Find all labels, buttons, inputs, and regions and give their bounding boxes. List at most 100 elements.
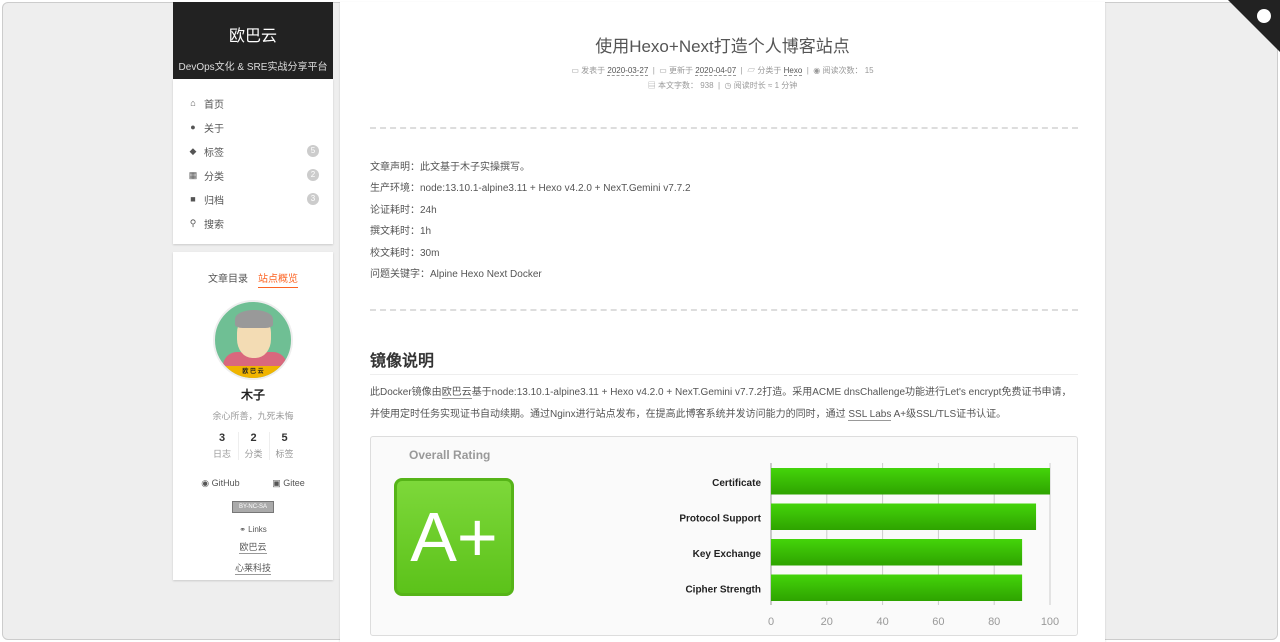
menu-label: 首页	[204, 99, 224, 111]
menu-item-about[interactable]: ● 关于	[173, 115, 333, 139]
bar	[771, 503, 1037, 530]
post-content: 使用Hexo+Next打造个人博客站点 ▭ 发表于 2020-03-27 | ▭…	[340, 2, 1105, 642]
author-motto: 余心所善，九死未悔	[212, 411, 294, 421]
menu-label: 分类	[204, 171, 224, 183]
github-link[interactable]: ◉ GitHub	[201, 478, 239, 489]
github-corner-icon[interactable]	[1228, 0, 1280, 52]
stat-posts[interactable]: 3 日志	[207, 432, 238, 460]
post-meta: ▭ 发表于 2020-03-27 | ▭ 更新于 2020-04-07 | ▱ …	[571, 66, 874, 76]
menu-badge: 3	[307, 193, 319, 205]
meta-label: 更新于	[669, 66, 694, 75]
site-title: 欧巴云	[228, 28, 277, 45]
menu-label: 归档	[204, 195, 224, 207]
menu-item-home[interactable]: ⌂ 首页	[173, 91, 333, 115]
gitee-label: Gitee	[283, 478, 305, 488]
stat-count: 5	[281, 432, 288, 444]
decl-line: 校文耗时：30m	[370, 247, 440, 259]
category-label: Protocol Support	[679, 513, 761, 524]
read-time: 1 分钟	[774, 81, 798, 90]
menu-item-archives[interactable]: ■ 归档 3	[173, 187, 333, 211]
calendar-check-icon: ▭	[659, 66, 670, 75]
sidebar-overview: 文章目录 站点概览 欧 巴 云 木子 余心所善，九死未悔 3 日志 2 分类 5 标签 …	[173, 252, 333, 580]
menu-item-categories[interactable]: ▦ 分类 2	[173, 163, 333, 187]
menu-badge: 5	[307, 145, 319, 157]
avatar-band: 欧 巴 云	[215, 366, 291, 378]
decl-line: 问题关键字：Alpine Hexo Next Docker	[370, 268, 542, 280]
decl-line: 生产环境：node:13.10.1-alpine3.11 + Hexo v4.2…	[370, 183, 691, 195]
stat-count: 3	[218, 432, 226, 444]
posted-date[interactable]: 2020-03-27	[607, 66, 649, 76]
github-label: GitHub	[211, 478, 240, 488]
divider	[370, 127, 1078, 129]
meta-label: 本文字数：	[657, 81, 698, 90]
x-tick-label: 20	[821, 616, 833, 628]
category-label: Key Exchange	[693, 549, 762, 560]
stat-label: 标签	[275, 449, 294, 459]
meta-label: 阅读时长 ≈	[733, 81, 773, 90]
site-brand[interactable]: 欧巴云 DevOps文化 & SRE实战分享平台	[173, 2, 333, 79]
menu-label: 关于	[204, 123, 224, 135]
tags-icon: ◆	[189, 145, 197, 156]
file-icon: ▤	[647, 81, 658, 90]
section-paragraph: 此Docker镜像由欧巴云基于node:13.10.1-alpine3.11 +…	[370, 382, 1080, 426]
decl-line: 文章声明：此文基于木子实操撰写。	[370, 162, 530, 173]
word-count: 938	[700, 81, 714, 90]
x-tick-label: 80	[988, 616, 1000, 628]
category-link[interactable]: Hexo	[783, 66, 803, 76]
section-heading: 镜像说明	[370, 347, 1078, 375]
author-name: 木子	[240, 388, 265, 402]
search-icon: ⚲	[189, 217, 197, 228]
friend-link[interactable]: 心莱科技	[234, 561, 271, 575]
obayun-link[interactable]: 欧巴云	[441, 387, 472, 399]
license-text: BY-NC-SA	[238, 504, 268, 510]
stat-categories[interactable]: 2 分类	[237, 432, 269, 460]
stat-tags[interactable]: 5 标签	[268, 432, 300, 460]
menu-label: 搜索	[204, 219, 224, 231]
links-title: Links	[248, 525, 267, 534]
category-label: Cipher Strength	[685, 584, 761, 595]
stat-count: 2	[250, 432, 257, 444]
x-tick-label: 100	[1041, 616, 1059, 628]
gitee-icon: ▣	[272, 478, 284, 488]
friend-link[interactable]: 欧巴云	[239, 540, 267, 554]
stat-label: 分类	[244, 449, 263, 459]
bar	[771, 574, 1023, 601]
meta-label: 发表于	[581, 66, 606, 75]
category-label: Certificate	[712, 478, 761, 489]
para-text: 此Docker镜像由	[370, 387, 442, 398]
updated-date[interactable]: 2020-04-07	[695, 66, 737, 76]
para-text: A+级SSL/TLS证书认证。	[891, 409, 1007, 420]
github-icon: ◉	[201, 478, 212, 488]
calendar-icon: ▭	[571, 66, 582, 75]
link-icon: ⚭	[239, 525, 249, 534]
clock-icon: ◷	[724, 81, 734, 90]
license-badge[interactable]: BY-NC-SA	[231, 501, 275, 513]
x-tick-label: 60	[932, 616, 944, 628]
x-tick-label: 0	[768, 616, 774, 628]
post-title: 使用Hexo+Next打造个人博客站点	[595, 37, 850, 56]
stat-label: 日志	[212, 449, 231, 459]
bar	[771, 468, 1050, 495]
th-icon: ▦	[188, 169, 198, 180]
decl-line: 论证耗时：24h	[370, 204, 437, 216]
user-icon: ●	[190, 122, 196, 132]
ssllabs-link[interactable]: SSL Labs	[848, 409, 892, 421]
bar-chart: 0 20 40 60 80 100 Certificate Protocol Support K…	[679, 463, 1059, 628]
menu-item-tags[interactable]: ◆ 标签 5	[173, 139, 333, 163]
x-tick-label: 40	[876, 616, 888, 628]
tab-overview[interactable]: 站点概览	[258, 270, 298, 288]
meta-label: 分类于	[757, 66, 782, 75]
view-count: 15	[864, 66, 874, 75]
post-meta-2: ▤ 本文字数： 938 | ◷ 阅读时长 ≈ 1 分钟	[647, 81, 798, 90]
menu-item-search[interactable]: ⚲ 搜索	[173, 211, 333, 235]
menu-label: 标签	[204, 147, 224, 159]
home-icon: ⌂	[190, 98, 196, 108]
tab-toc[interactable]: 文章目录	[208, 270, 248, 288]
archive-icon: ■	[190, 194, 196, 204]
decl-line: 撰文耗时：1h	[370, 226, 432, 238]
divider	[370, 309, 1078, 311]
gitee-link[interactable]: ▣ Gitee	[272, 478, 305, 489]
eye-icon: ◉	[813, 66, 823, 75]
site-nav: ⌂ 首页 ● 关于 ◆ 标签 5 ▦ 分类 2 ■ 归档 3 ⚲ 搜索	[173, 79, 333, 244]
post-declaration: 文章声明：此文基于木子实操撰写。 生产环境：node:13.10.1-alpin…	[370, 158, 691, 286]
